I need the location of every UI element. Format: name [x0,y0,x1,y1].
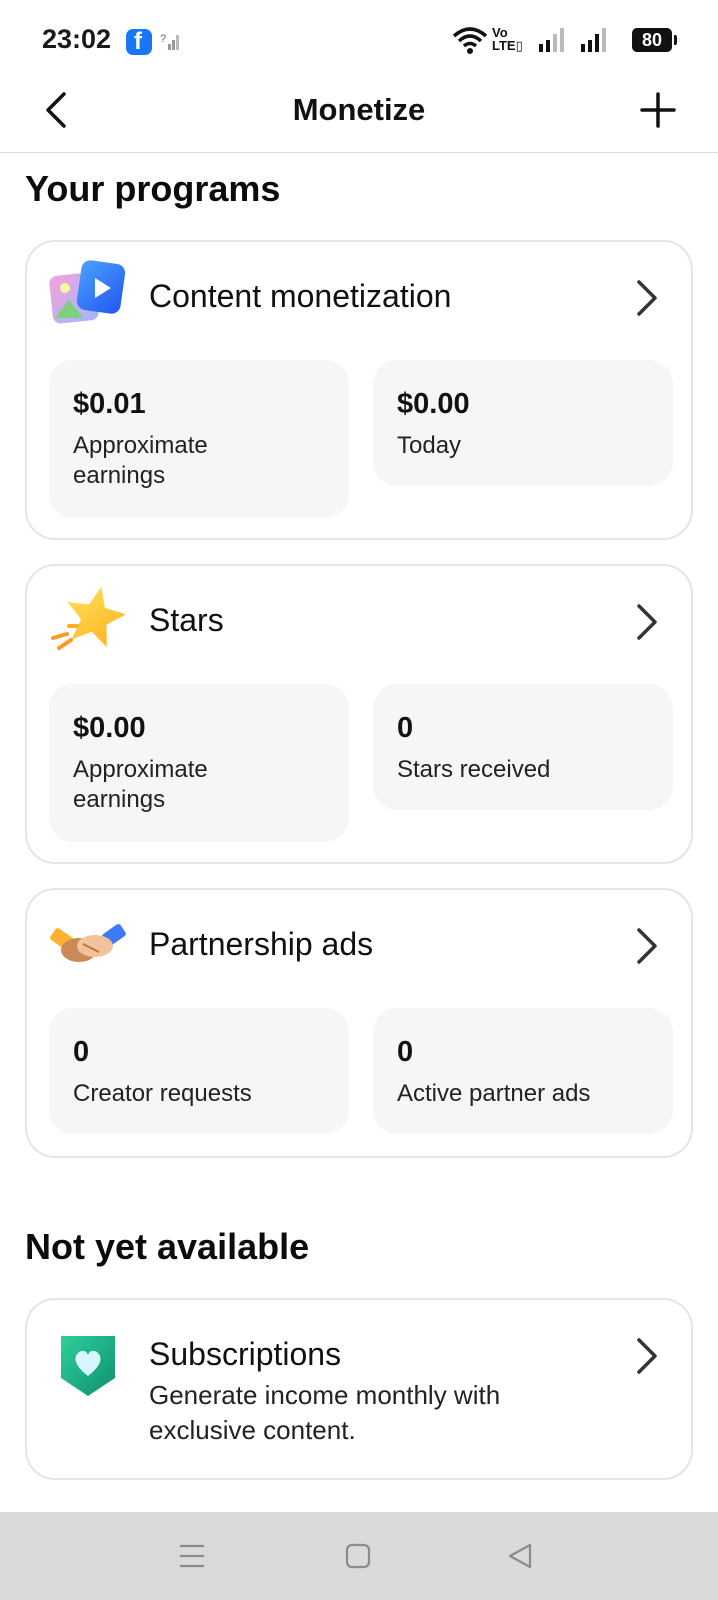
stat-approximate-earnings: $0.01 Approximate earnings [49,360,349,518]
program-card-partnership-ads[interactable]: Partnership ads 0 Creator requests 0 Act… [25,888,693,1158]
content-monetization-icon [49,260,126,324]
program-title: Partnership ads [149,926,374,962]
stat-today: $0.00 Today [373,360,673,486]
program-description: Generate income monthly with exclusive c… [149,1380,501,1445]
no-sim-signal-icon: ? [160,33,179,50]
volte-indicator: Vo LTE▯ [492,25,523,53]
wifi-icon [452,27,488,54]
system-navigation-bar [0,1512,718,1600]
facebook-notification-icon: f [126,28,152,55]
stat-approximate-earnings: $0.00 Approximate earnings [49,684,349,842]
page-title: Monetize [292,92,426,127]
menu-icon[interactable] [178,1542,206,1570]
stat-value: $0.01 [73,388,146,420]
stat-label: Stars received [397,756,551,783]
stat-creator-requests: 0 Creator requests [49,1008,349,1134]
svg-text:?: ? [160,33,166,45]
heart-badge-icon [61,1336,115,1396]
section-title-not-available: Not yet available [25,1226,310,1267]
stat-active-partner-ads: 0 Active partner ads [373,1008,673,1134]
stat-value: 0 [73,1036,90,1068]
stat-value: 0 [397,1036,414,1068]
signal-strength-icon-2 [581,28,606,52]
stat-label: Approximate earnings [73,432,208,489]
stat-stars-received: 0 Stars received [373,684,673,810]
status-time: 23:02 [42,24,112,54]
star-icon [51,586,127,650]
plus-icon[interactable] [638,90,678,130]
stat-label: Today [397,432,462,459]
app-header: Monetize [0,80,718,153]
signal-strength-icon [539,28,564,52]
home-square-icon[interactable] [344,1542,372,1570]
back-triangle-icon[interactable] [506,1542,534,1570]
program-card-stars[interactable]: Stars $0.00 Approximate earnings 0 Stars… [25,564,693,864]
stat-value: $0.00 [73,712,146,744]
stat-label: Approximate earnings [73,756,208,813]
program-title: Subscriptions [149,1336,342,1372]
battery-icon: 80 [632,28,677,52]
stat-value: $0.00 [397,388,470,420]
stat-value: 0 [397,712,414,744]
chevron-right-icon[interactable] [633,926,661,966]
chevron-right-icon[interactable] [633,1336,661,1376]
chevron-right-icon[interactable] [633,278,661,318]
section-title-programs: Your programs [25,168,281,209]
handshake-icon [50,924,126,962]
chevron-right-icon[interactable] [633,602,661,642]
program-title: Stars [149,602,224,638]
status-bar: 23:02 f ? Vo LTE▯ 80 [0,0,718,80]
stat-label: Active partner ads [397,1080,591,1107]
stat-label: Creator requests [73,1080,252,1107]
program-title: Content monetization [149,278,452,314]
program-card-subscriptions[interactable]: Subscriptions Generate income monthly wi… [25,1298,693,1480]
program-card-content-monetization[interactable]: Content monetization $0.01 Approximate e… [25,240,693,540]
